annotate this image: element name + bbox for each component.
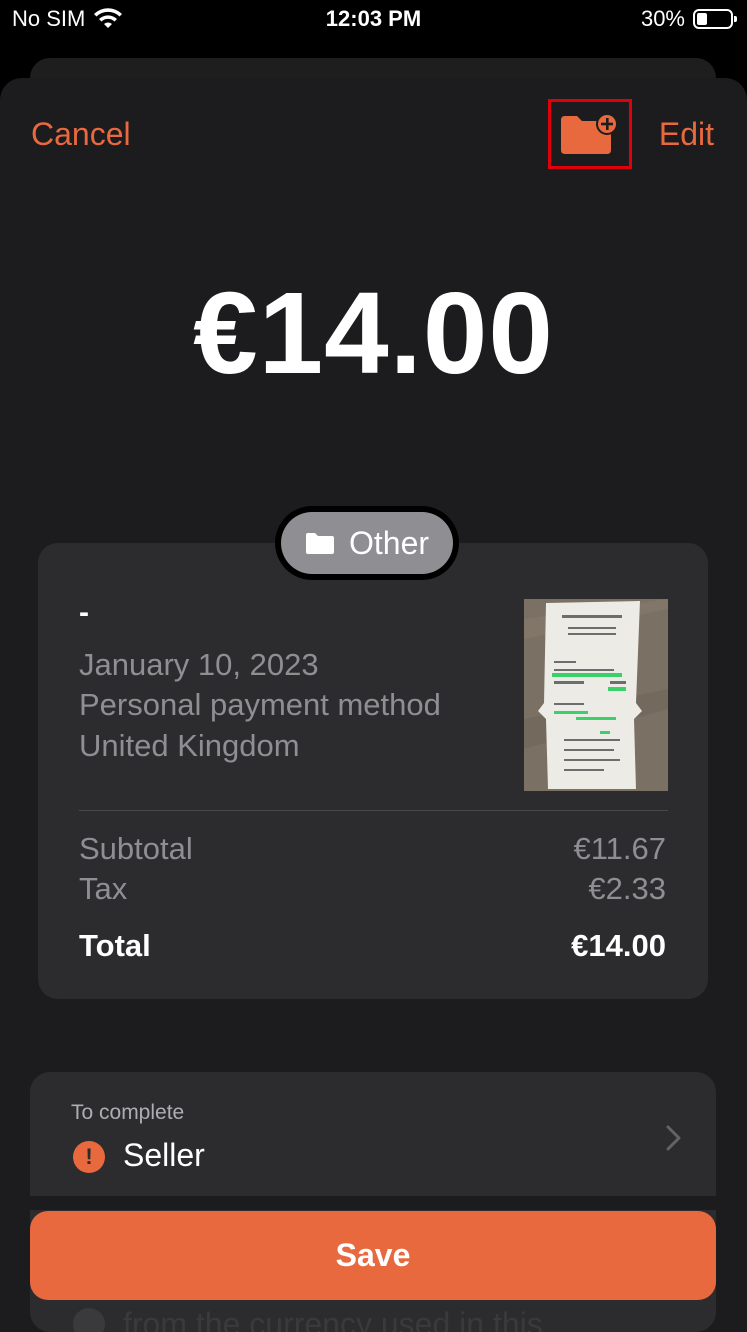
- seller-item[interactable]: Seller: [123, 1137, 205, 1174]
- category-chip[interactable]: Other: [281, 512, 454, 574]
- to-complete-title: To complete: [71, 1101, 185, 1124]
- tax-value: €2.33: [588, 871, 666, 906]
- amount-display: €14.00: [193, 268, 554, 398]
- status-right: 30%: [640, 6, 737, 32]
- edit-button[interactable]: Edit: [659, 116, 714, 153]
- receipt-thumbnail[interactable]: [524, 599, 668, 791]
- button-backdrop: [30, 1196, 716, 1210]
- receipt-country: United Kingdom: [79, 728, 300, 763]
- status-bar: No SIM 12:03 PM 30%: [0, 0, 747, 40]
- card-divider: [79, 810, 668, 811]
- category-label: Other: [349, 524, 430, 561]
- cancel-button[interactable]: Cancel: [31, 116, 131, 153]
- warning-icon: !: [73, 1141, 105, 1173]
- screen: No SIM 12:03 PM 30% Cancel Edit €14.00 O…: [0, 0, 747, 1332]
- save-button[interactable]: Save: [30, 1211, 716, 1300]
- warning-icon-faded: [73, 1308, 105, 1332]
- total-label: Total: [79, 928, 151, 963]
- tax-label: Tax: [79, 871, 128, 906]
- subtotal-label: Subtotal: [79, 831, 193, 866]
- battery-icon: [693, 9, 737, 29]
- subtotal-value: €11.67: [573, 831, 666, 866]
- add-to-folder-button[interactable]: [548, 99, 632, 169]
- currency-warning-text: from the currency used in this: [123, 1306, 543, 1332]
- total-value: €14.00: [571, 928, 666, 963]
- merchant-name[interactable]: -: [79, 596, 89, 630]
- status-time: 12:03 PM: [325, 6, 422, 31]
- chevron-right-icon[interactable]: [664, 1124, 684, 1152]
- battery-percent: 30%: [640, 6, 685, 31]
- folder-icon: [306, 533, 334, 554]
- payment-method: Personal payment method: [79, 687, 441, 722]
- receipt-date: January 10, 2023: [79, 647, 319, 682]
- save-button-label: Save: [335, 1237, 411, 1273]
- category-chip-wrap: Other: [275, 506, 460, 580]
- folder-plus-icon: [561, 113, 618, 154]
